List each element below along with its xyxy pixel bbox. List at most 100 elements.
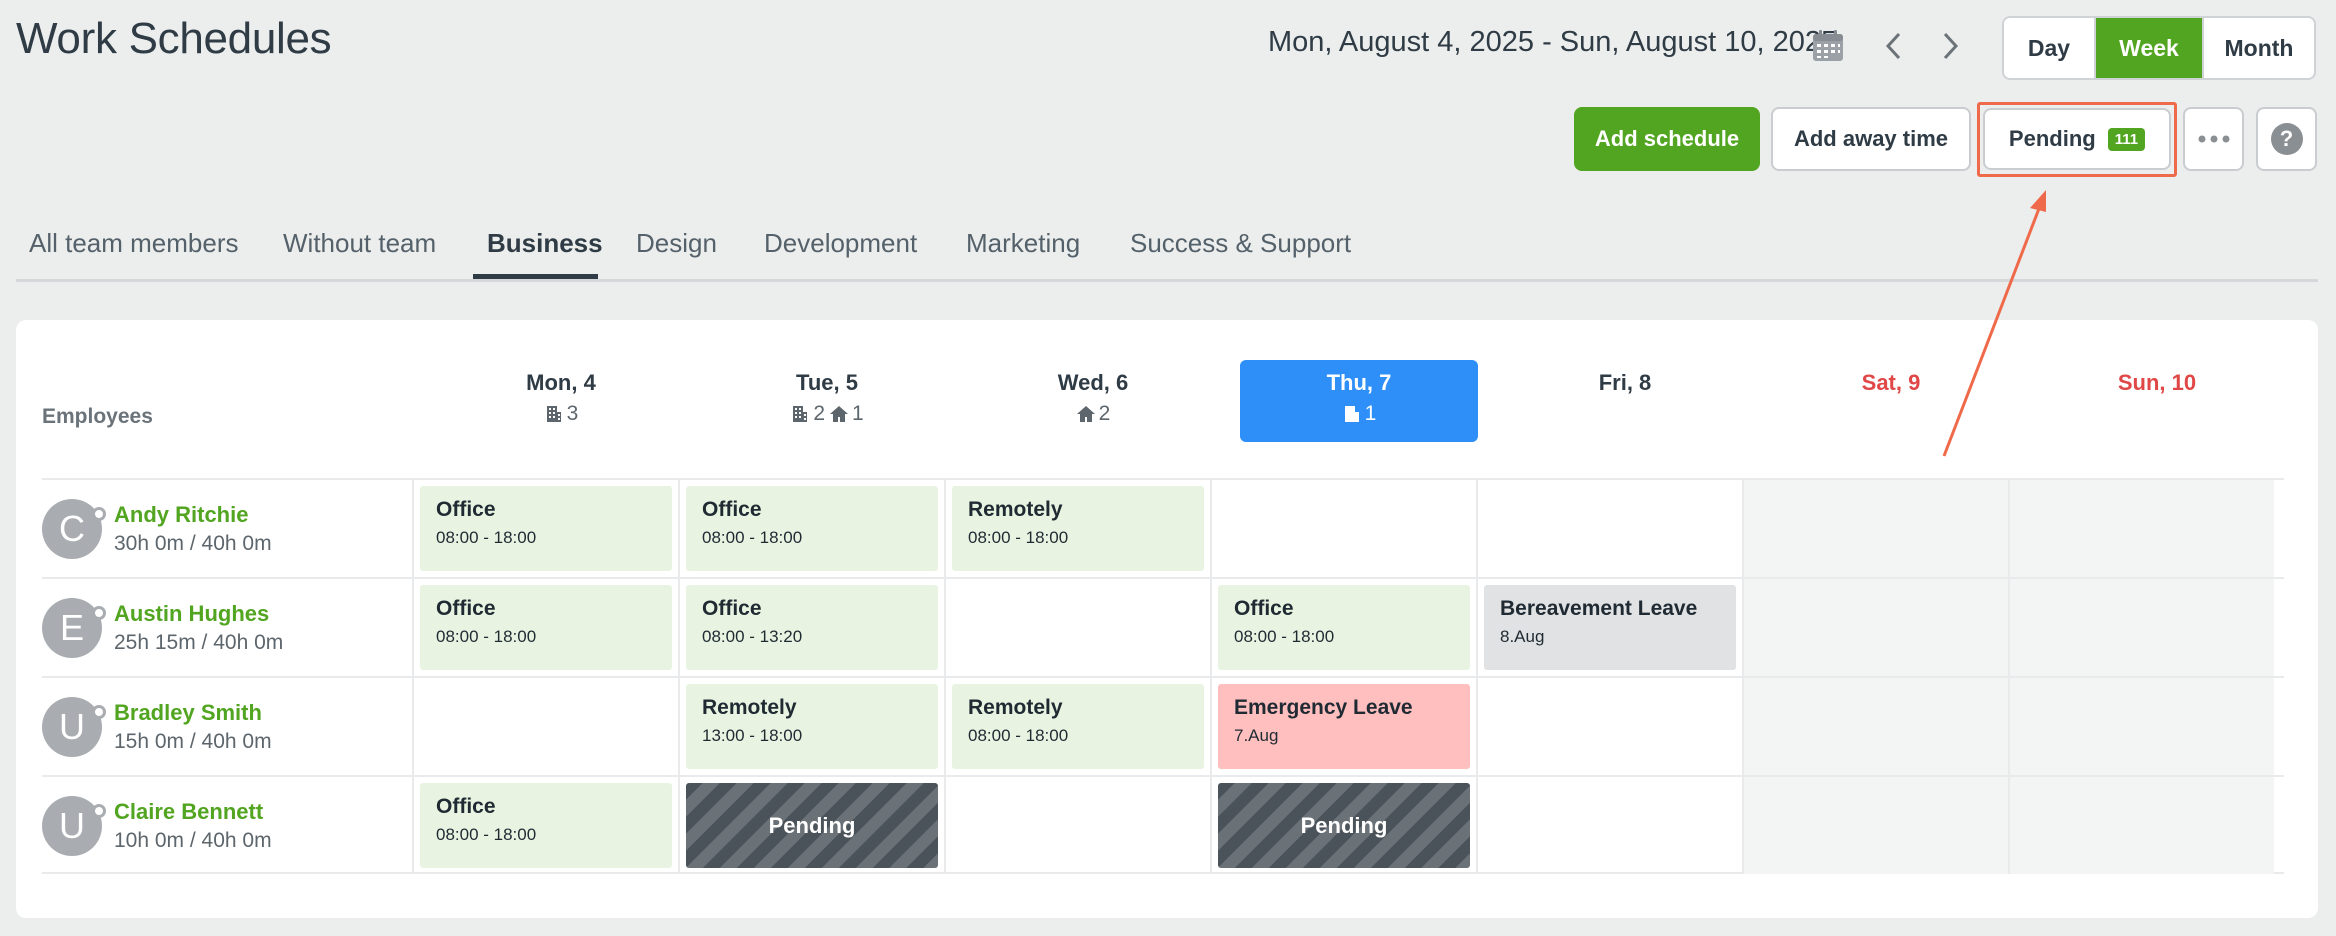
schedule-cell[interactable] xyxy=(1476,678,1742,775)
pending-shift-block[interactable]: Pending xyxy=(686,783,938,868)
day-location-counts: 1 xyxy=(1240,402,1478,426)
avatar-initial: U xyxy=(59,705,85,747)
remote-count: 2 xyxy=(1098,402,1111,425)
schedule-cell[interactable]: Pending xyxy=(1210,777,1476,874)
tab-marketing[interactable]: Marketing xyxy=(966,228,1080,259)
day-label: Wed, 6 xyxy=(1057,370,1129,395)
day-header-2[interactable]: Tue, 521 xyxy=(708,360,946,442)
help-button[interactable]: ? xyxy=(2256,107,2317,171)
leave-block[interactable]: Emergency Leave 7.Aug xyxy=(1218,684,1470,769)
schedule-cell[interactable] xyxy=(1742,579,2008,676)
shift-time: 8.Aug xyxy=(1500,627,1545,646)
office-count: 3 xyxy=(566,402,579,425)
day-header-4[interactable]: Thu, 7 1 xyxy=(1240,360,1478,442)
shift-block[interactable]: Office 08:00 - 18:00 xyxy=(420,783,672,868)
schedule-cell[interactable] xyxy=(2008,579,2274,676)
schedule-cell[interactable]: Remotely 13:00 - 18:00 xyxy=(678,678,944,775)
day-location-counts: 3 xyxy=(442,402,680,426)
schedule-cell[interactable] xyxy=(412,678,678,775)
tab-without-team[interactable]: Without team xyxy=(283,228,436,259)
schedule-cell[interactable]: Office 08:00 - 18:00 xyxy=(412,777,678,874)
shift-block[interactable]: Office 08:00 - 13:20 xyxy=(686,585,938,670)
day-header-6[interactable]: Sat, 9 xyxy=(1772,360,2010,442)
day-header-7[interactable]: Sun, 10 xyxy=(2038,360,2276,442)
avatar[interactable]: C xyxy=(42,498,106,559)
schedule-cell[interactable]: Bereavement Leave 8.Aug xyxy=(1476,579,1742,676)
view-month-button[interactable]: Month xyxy=(2202,18,2314,78)
schedule-cell[interactable]: Office 08:00 - 18:00 xyxy=(678,480,944,577)
avatar[interactable]: U xyxy=(42,696,106,757)
schedule-cell[interactable]: Remotely 08:00 - 18:00 xyxy=(944,678,1210,775)
shift-block[interactable]: Office 08:00 - 18:00 xyxy=(686,486,938,571)
previous-week-chevron-icon[interactable] xyxy=(1874,26,1914,66)
day-header-3[interactable]: Wed, 6 2 xyxy=(974,360,1212,442)
shift-block[interactable]: Remotely 08:00 - 18:00 xyxy=(952,684,1204,769)
tab-development[interactable]: Development xyxy=(764,228,917,259)
pending-shift-block[interactable]: Pending xyxy=(1218,783,1470,868)
schedule-cell[interactable]: Office 08:00 - 18:00 xyxy=(412,480,678,577)
day-header-1[interactable]: Mon, 4 3 xyxy=(442,360,680,442)
status-dot xyxy=(92,803,106,818)
add-away-time-button[interactable]: Add away time xyxy=(1771,107,1971,171)
view-day-button[interactable]: Day xyxy=(2004,18,2094,78)
employee-row: C Andy Ritchie 30h 0m / 40h 0m Office 08:00 … xyxy=(42,478,2284,577)
tab-business[interactable]: Business xyxy=(487,228,603,259)
shift-block[interactable]: Office 08:00 - 18:00 xyxy=(1218,585,1470,670)
schedule-cell[interactable] xyxy=(2008,777,2274,874)
office-count: 1 xyxy=(1364,402,1377,425)
calendar-icon[interactable] xyxy=(1810,28,1846,64)
view-week-button[interactable]: Week xyxy=(2094,18,2202,78)
schedule-cell[interactable]: Pending xyxy=(678,777,944,874)
schedule-cell[interactable] xyxy=(2008,480,2274,577)
active-tab-underline xyxy=(473,274,598,279)
leave-block[interactable]: Bereavement Leave 8.Aug xyxy=(1484,585,1736,670)
employee-name-link[interactable]: Andy Ritchie xyxy=(114,502,272,528)
schedule-cell[interactable] xyxy=(2008,678,2274,775)
day-label: Fri, 8 xyxy=(1598,370,1652,395)
add-schedule-button[interactable]: Add schedule xyxy=(1574,107,1760,171)
employee-info: U Bradley Smith 15h 0m / 40h 0m xyxy=(42,678,412,775)
employee-row: E Austin Hughes 25h 15m / 40h 0m Office 08:0… xyxy=(42,577,2284,676)
shift-time: 08:00 - 18:00 xyxy=(436,627,537,646)
shift-block[interactable]: Office 08:00 - 18:00 xyxy=(420,486,672,571)
employee-info: U Claire Bennett 10h 0m / 40h 0m xyxy=(42,777,412,874)
shift-time: 08:00 - 18:00 xyxy=(1234,627,1335,646)
employee-name-link[interactable]: Austin Hughes xyxy=(114,601,283,627)
more-options-button[interactable] xyxy=(2183,107,2244,171)
schedule-cell[interactable]: Office 08:00 - 18:00 xyxy=(412,579,678,676)
shift-block[interactable]: Remotely 13:00 - 18:00 xyxy=(686,684,938,769)
schedule-cell[interactable] xyxy=(1742,480,2008,577)
pending-button[interactable]: Pending 111 xyxy=(1983,108,2171,170)
shift-block[interactable]: Office 08:00 - 18:00 xyxy=(420,585,672,670)
avatar[interactable]: U xyxy=(42,795,106,856)
schedule-cell[interactable] xyxy=(1476,777,1742,874)
help-icon: ? xyxy=(2270,123,2303,155)
office-building-icon xyxy=(790,404,810,424)
schedule-card: Employees Mon, 4 3 Tue, 5 2 1 Wed, 6 2 Thu, 71F… xyxy=(16,320,2318,918)
page-title: Work Schedules xyxy=(16,14,332,63)
next-week-chevron-icon[interactable] xyxy=(1930,26,1970,66)
schedule-cell[interactable]: Office 08:00 - 18:00 xyxy=(1210,579,1476,676)
schedule-cell[interactable] xyxy=(944,777,1210,874)
shift-block[interactable]: Remotely 08:00 - 18:00 xyxy=(952,486,1204,571)
schedule-cell[interactable] xyxy=(1742,777,2008,874)
avatar[interactable]: E xyxy=(42,597,106,658)
tab-all-team-members[interactable]: All team members xyxy=(29,228,239,259)
employee-text: Claire Bennett 10h 0m / 40h 0m xyxy=(114,799,272,853)
employee-info: E Austin Hughes 25h 15m / 40h 0m xyxy=(42,579,412,676)
status-dot xyxy=(92,605,106,620)
shift-title: Remotely xyxy=(968,498,1063,521)
employee-name-link[interactable]: Bradley Smith xyxy=(114,700,272,726)
day-header-5[interactable]: Fri, 8 xyxy=(1506,360,1744,442)
tab-success-support[interactable]: Success & Support xyxy=(1130,228,1351,259)
tab-design[interactable]: Design xyxy=(636,228,717,259)
schedule-cell[interactable] xyxy=(944,579,1210,676)
employee-name-link[interactable]: Claire Bennett xyxy=(114,799,272,825)
office-building-icon xyxy=(544,404,564,424)
schedule-cell[interactable] xyxy=(1476,480,1742,577)
schedule-cell[interactable] xyxy=(1742,678,2008,775)
schedule-cell[interactable] xyxy=(1210,480,1476,577)
schedule-cell[interactable]: Emergency Leave 7.Aug xyxy=(1210,678,1476,775)
schedule-cell[interactable]: Office 08:00 - 13:20 xyxy=(678,579,944,676)
schedule-cell[interactable]: Remotely 08:00 - 18:00 xyxy=(944,480,1210,577)
